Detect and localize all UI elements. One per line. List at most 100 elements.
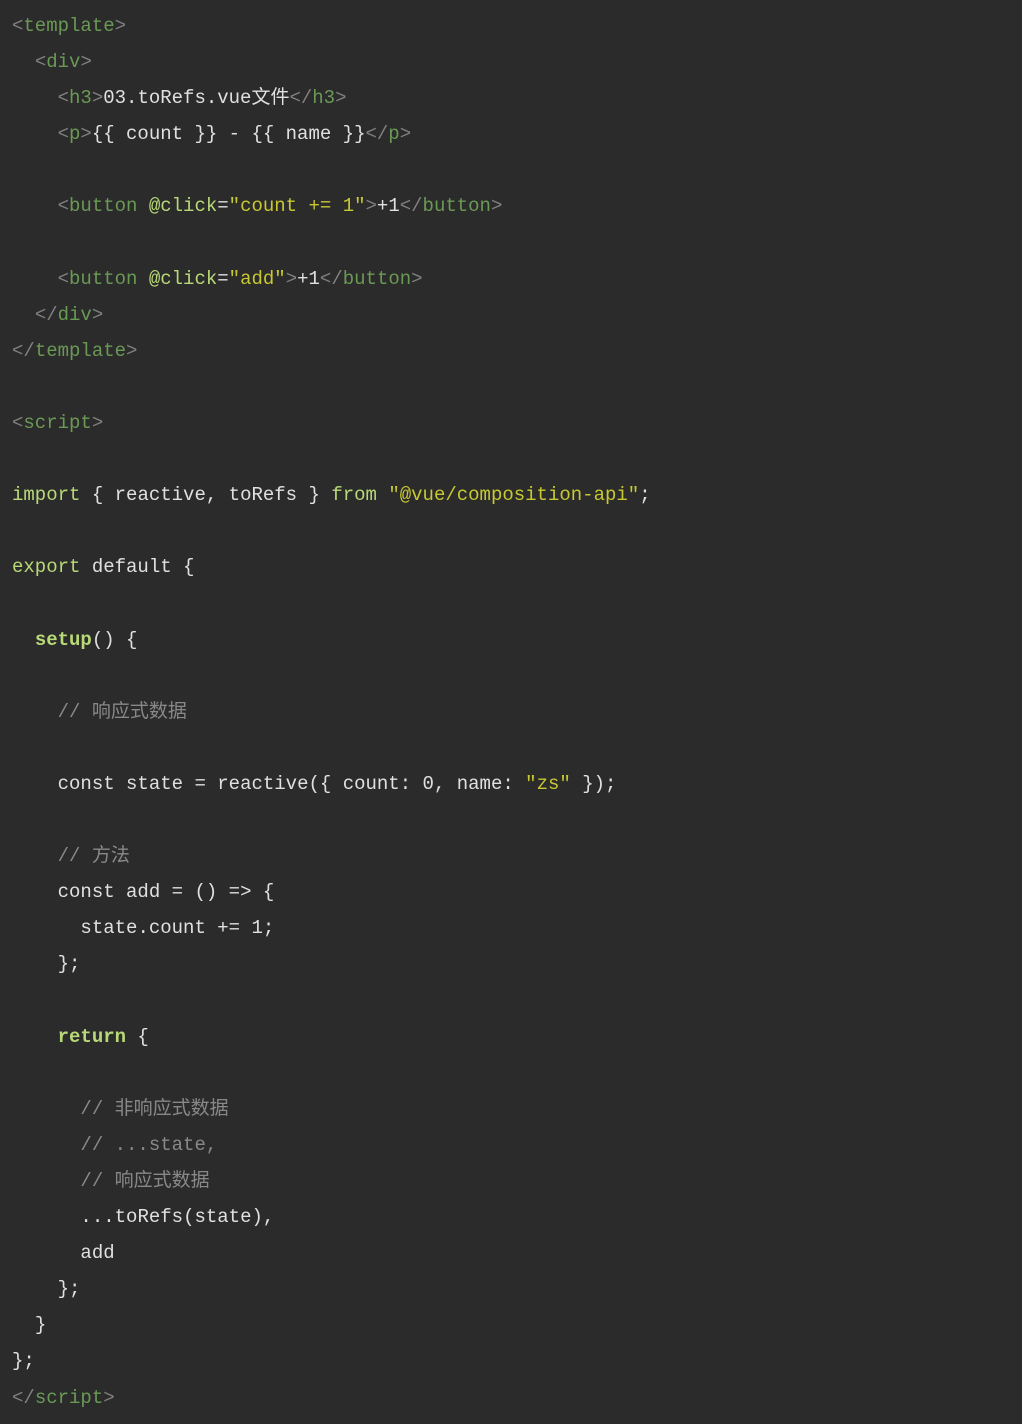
identifier: state [126,773,183,795]
bracket: < [58,87,69,109]
brace: { [251,881,274,903]
equals: = [217,195,228,217]
brace-close: }; [12,1350,35,1372]
space [206,773,217,795]
tag-name: h3 [69,87,92,109]
text: 03.toRefs.vue文件 [103,87,289,109]
code-line: ...toRefs(state), [12,1199,1010,1235]
parens: () { [92,629,138,651]
keyword-default: default [92,556,172,578]
text: {{ count }} - {{ name }} [92,123,366,145]
space [115,881,126,903]
keyword-import: import [12,484,80,506]
code-editor: <template> <div> <h3>03.toRefs.vue文件</h3… [12,8,1010,1416]
code-line [12,152,1010,188]
bracket: > [126,340,137,362]
space [377,484,388,506]
bracket: > [103,1387,114,1409]
paren: ({ [308,773,342,795]
number: 1 [251,917,262,939]
comment: // ...state, [80,1134,217,1156]
bracket: > [491,195,502,217]
tag-name: button [69,195,137,217]
identifier: add [126,881,160,903]
attr-value: count += 1 [240,195,354,217]
brace: { [80,484,114,506]
brace-close: }; [58,1278,81,1300]
code-line: </script> [12,1380,1010,1416]
keyword-export: export [12,556,80,578]
tag-name: p [388,123,399,145]
spread: ... [80,1206,114,1228]
tag-name: p [69,123,80,145]
quote: " [354,195,365,217]
code-line: // 方法 [12,838,1010,874]
code-line: }; [12,1343,1010,1379]
method-setup: setup [35,629,92,651]
keyword-const: const [58,881,115,903]
tag-name: button [343,268,411,290]
attribute: @click [149,195,217,217]
tag-name: script [23,412,91,434]
dot: . [137,917,148,939]
property: count [343,773,400,795]
space [80,556,91,578]
comment: // 方法 [58,845,130,867]
bracket: </ [400,195,423,217]
string: @vue/composition-api [400,484,628,506]
bracket: > [335,87,346,109]
colon: : [502,773,525,795]
code-line: import { reactive, toRefs } from "@vue/c… [12,477,1010,513]
tag-name: div [58,304,92,326]
tag-name: div [46,51,80,73]
bracket: </ [365,123,388,145]
code-line: // 非响应式数据 [12,1091,1010,1127]
code-line [12,586,1010,622]
code-line: <button @click="count += 1">+1</button> [12,188,1010,224]
code-line: <h3>03.toRefs.vue文件</h3> [12,80,1010,116]
number: 0 [423,773,434,795]
identifier: add [80,1242,114,1264]
bracket: > [286,268,297,290]
text: +1 [377,195,400,217]
tag-name: button [69,268,137,290]
equals: = [194,773,205,795]
bracket: > [400,123,411,145]
bracket: > [92,87,103,109]
code-line: </div> [12,297,1010,333]
bracket: </ [12,340,35,362]
tag-name: template [23,15,114,37]
code-line [12,225,1010,261]
quote: " [229,195,240,217]
bracket: </ [35,304,58,326]
space [240,917,251,939]
code-line: const add = () => { [12,874,1010,910]
code-line [12,441,1010,477]
space [115,773,126,795]
quote: " [525,773,536,795]
string: zs [537,773,560,795]
identifier: state [194,1206,251,1228]
bracket: < [12,412,23,434]
identifier: reactive [115,484,206,506]
code-line: }; [12,1271,1010,1307]
space [137,268,148,290]
space [137,195,148,217]
bracket: < [58,123,69,145]
keyword-const: const [58,773,115,795]
bracket: </ [12,1387,35,1409]
tag-name: button [423,195,491,217]
code-line: export default { [12,549,1010,585]
code-line: state.count += 1; [12,910,1010,946]
code-line [12,802,1010,838]
quote: " [388,484,399,506]
quote: " [229,268,240,290]
code-line: <p>{{ count }} - {{ name }}</p> [12,116,1010,152]
attribute: @click [149,268,217,290]
comma: , [206,484,229,506]
comment: // 响应式数据 [58,701,187,723]
code-line: } [12,1307,1010,1343]
attr-value: add [240,268,274,290]
semicolon: ; [639,484,650,506]
quote: " [274,268,285,290]
